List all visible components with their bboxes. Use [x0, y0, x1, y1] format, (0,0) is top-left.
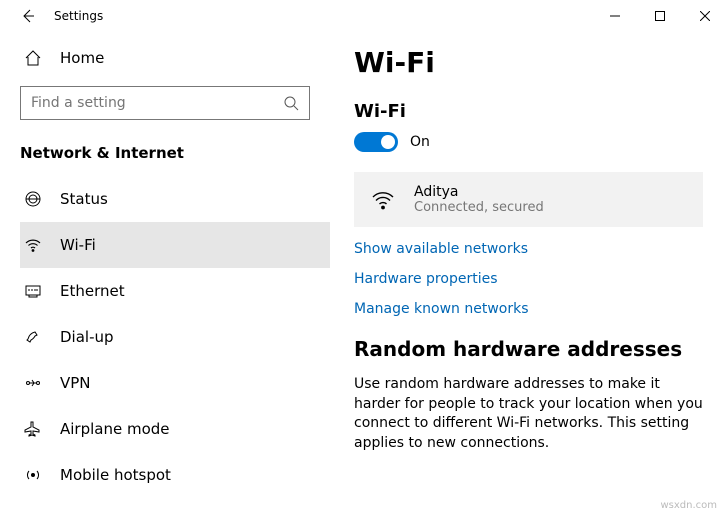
sidebar-section-header: Network & Internet [20, 144, 330, 162]
content: Home Network & Internet Status [0, 32, 727, 515]
nav-label: Dial-up [60, 328, 114, 346]
maximize-button[interactable] [637, 0, 682, 32]
nav-item-airplane[interactable]: Airplane mode [20, 406, 330, 452]
link-show-available[interactable]: Show available networks [354, 241, 703, 257]
nav-item-status[interactable]: Status [20, 176, 330, 222]
arrow-left-icon [20, 8, 36, 24]
home-icon [24, 49, 42, 67]
hotspot-icon [24, 466, 42, 484]
status-icon [24, 190, 42, 208]
nav-label: Airplane mode [60, 420, 170, 438]
nav-item-dialup[interactable]: Dial-up [20, 314, 330, 360]
wifi-icon [24, 236, 42, 254]
maximize-icon [655, 11, 665, 21]
back-button[interactable] [8, 0, 48, 32]
random-hw-heading: Random hardware addresses [354, 337, 703, 361]
minimize-icon [610, 11, 620, 21]
nav-label: Mobile hotspot [60, 466, 171, 484]
wifi-status: Connected, secured [414, 200, 544, 215]
window-title: Settings [48, 9, 103, 23]
wifi-connection-info: Aditya Connected, secured [414, 184, 544, 215]
nav-label: Status [60, 190, 108, 208]
nav-label: Wi-Fi [60, 236, 96, 254]
nav-item-vpn[interactable]: VPN [20, 360, 330, 406]
link-manage-known[interactable]: Manage known networks [354, 301, 703, 317]
wifi-subheading: Wi-Fi [354, 101, 703, 122]
wifi-connection-card[interactable]: Aditya Connected, secured [354, 172, 703, 227]
home-nav[interactable]: Home [20, 38, 330, 78]
ethernet-icon [24, 282, 42, 300]
nav-item-ethernet[interactable]: Ethernet [20, 268, 330, 314]
link-hardware-properties[interactable]: Hardware properties [354, 271, 703, 287]
wifi-ssid: Aditya [414, 184, 544, 200]
search-icon [283, 95, 299, 111]
wifi-toggle-label: On [410, 134, 430, 150]
nav-list: Status Wi-Fi Ethernet [20, 176, 330, 498]
close-icon [700, 11, 710, 21]
nav-item-wifi[interactable]: Wi-Fi [20, 222, 330, 268]
home-label: Home [60, 49, 104, 67]
wifi-toggle[interactable] [354, 132, 398, 152]
watermark: wsxdn.com [660, 500, 717, 511]
search-box[interactable] [20, 86, 310, 120]
sidebar: Home Network & Internet Status [0, 32, 330, 515]
close-button[interactable] [682, 0, 727, 32]
window-controls [592, 0, 727, 32]
page-title: Wi-Fi [354, 46, 703, 79]
nav-item-hotspot[interactable]: Mobile hotspot [20, 452, 330, 498]
random-hw-description: Use random hardware addresses to make it… [354, 375, 703, 453]
dialup-icon [24, 328, 42, 346]
wifi-signal-icon [370, 187, 396, 213]
main-panel: Wi-Fi Wi-Fi On Aditya Connected, secured… [330, 32, 727, 515]
vpn-icon [24, 374, 42, 392]
nav-label: VPN [60, 374, 91, 392]
wifi-toggle-row: On [354, 132, 703, 152]
titlebar: Settings [0, 0, 727, 32]
search-input[interactable] [31, 95, 283, 111]
airplane-icon [24, 420, 42, 438]
nav-label: Ethernet [60, 282, 125, 300]
minimize-button[interactable] [592, 0, 637, 32]
